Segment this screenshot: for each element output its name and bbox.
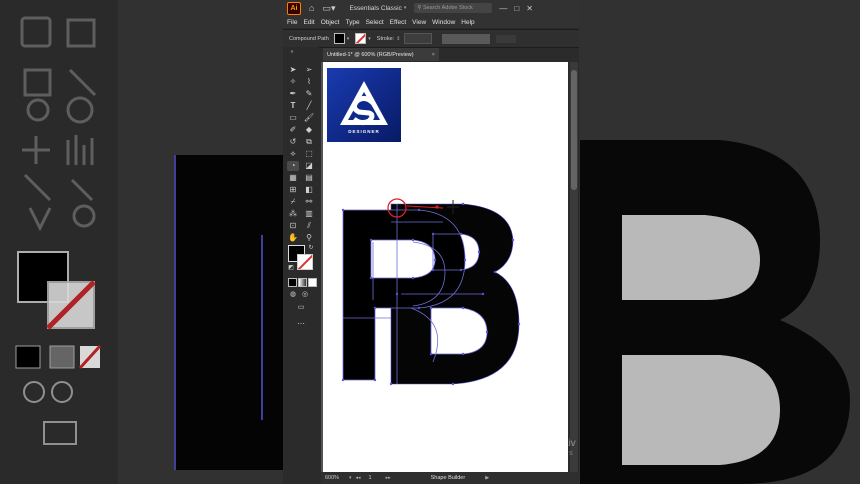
- chevron-down-icon[interactable]: ▾: [349, 475, 352, 481]
- rectangle-tool-icon[interactable]: ▭: [287, 113, 299, 123]
- app-logo: Ai: [287, 1, 301, 15]
- draw-normal-icon[interactable]: ◍: [287, 290, 299, 300]
- menu-select[interactable]: Select: [366, 19, 384, 26]
- activation-watermark: Activ: [554, 438, 576, 449]
- stroke-color-swatch[interactable]: [297, 254, 313, 270]
- shaper-tool-icon[interactable]: ✐: [287, 125, 299, 135]
- panel-collapse-icon[interactable]: »: [286, 47, 298, 57]
- artboard-tool-icon[interactable]: ⊡: [287, 221, 299, 231]
- gradient-tool-icon[interactable]: ▤: [303, 173, 315, 183]
- home-icon[interactable]: ⌂: [309, 3, 314, 13]
- symbol-sprayer-icon[interactable]: ⁂: [287, 209, 299, 219]
- page-forward-icon[interactable]: ▸▸: [386, 475, 391, 481]
- zoom-tool-icon[interactable]: ⚲: [303, 233, 315, 243]
- color-mode-icon[interactable]: [288, 278, 297, 287]
- chevron-down-icon[interactable]: ▾: [368, 36, 371, 42]
- artboard-number[interactable]: 1: [369, 475, 372, 481]
- menu-help[interactable]: Help: [461, 19, 474, 26]
- workspace-switcher[interactable]: Essentials Classic: [349, 5, 401, 12]
- control-bar: Compound Path ▾ ▾ Stroke: ⇕: [283, 29, 579, 48]
- chevron-down-icon[interactable]: ▾: [347, 36, 350, 42]
- selection-type-label: Compound Path: [289, 35, 329, 42]
- menu-edit[interactable]: Edit: [303, 19, 314, 26]
- page-nav-icon[interactable]: ◂◂: [356, 475, 361, 481]
- type-tool-icon[interactable]: T: [287, 101, 299, 111]
- chevron-down-icon[interactable]: ▾: [404, 5, 407, 11]
- menu-file[interactable]: File: [287, 19, 297, 26]
- document-tab[interactable]: Untitled-1* @ 600% (RGB/Preview) ×: [323, 48, 439, 61]
- title-bar: Ai ⌂ ▭▾ Essentials Classic ▾ ⚲ Search Ad…: [283, 0, 579, 16]
- menu-window[interactable]: Window: [432, 19, 455, 26]
- close-button[interactable]: ✕: [526, 4, 533, 13]
- gradient-mode-icon[interactable]: [298, 278, 307, 287]
- close-tab-icon[interactable]: ×: [432, 52, 435, 58]
- stroke-swatch[interactable]: [355, 33, 367, 44]
- arrange-documents-icon[interactable]: ▭▾: [322, 3, 335, 14]
- curvature-tool-icon[interactable]: ✎: [303, 89, 315, 99]
- menu-bar: File Edit Object Type Select Effect View…: [283, 16, 579, 28]
- stepper-icon[interactable]: ⇕: [396, 36, 400, 42]
- gradient-icon[interactable]: ◧: [303, 185, 315, 195]
- magic-wand-icon[interactable]: ✧: [287, 77, 299, 87]
- menu-object[interactable]: Object: [321, 19, 340, 26]
- paintbrush-icon[interactable]: 🖌: [303, 113, 315, 123]
- width-tool-icon[interactable]: ⟡: [287, 149, 299, 159]
- none-mode-icon[interactable]: [308, 278, 317, 287]
- pen-tool-icon[interactable]: ✒: [287, 89, 299, 99]
- graph-tool-icon[interactable]: ▥: [303, 209, 315, 219]
- illustrator-window: Ai ⌂ ▭▾ Essentials Classic ▾ ⚲ Search Ad…: [283, 0, 579, 484]
- control-bar-more[interactable]: [496, 34, 517, 43]
- activation-watermark-sub: Go to S: [554, 451, 573, 457]
- rotate-tool-icon[interactable]: ↺: [287, 137, 299, 147]
- eyedropper-icon[interactable]: ⌿: [287, 197, 299, 207]
- menu-type[interactable]: Type: [345, 19, 359, 26]
- search-placeholder: Search Adobe Stock: [422, 5, 473, 11]
- zoom-level[interactable]: 600%: [325, 475, 347, 481]
- screen-mode-icon[interactable]: ▭: [295, 303, 307, 313]
- live-paint-icon[interactable]: ◪: [303, 161, 315, 171]
- play-icon[interactable]: ▶: [485, 475, 489, 481]
- search-adobe-stock[interactable]: ⚲ Search Adobe Stock: [414, 3, 493, 13]
- tools-panel: » ➤ ➢ ✧ ⌇ ✒ ✎ T ╱ ▭ 🖌 ✐ ◆ ↺ ⧉ ⟡ ⬚ ◔ ◪ ▦ …: [283, 47, 319, 484]
- default-colors-icon[interactable]: ◩: [285, 263, 297, 273]
- vertical-scrollbar[interactable]: [570, 62, 578, 472]
- swap-fill-stroke-icon[interactable]: ↻: [305, 243, 317, 253]
- status-bar: 600% ▾ ◂◂ 1 ▸▸ Shape Builder ▶: [321, 472, 579, 484]
- minimize-button[interactable]: —: [499, 4, 507, 13]
- variable-width-profile[interactable]: [442, 33, 491, 44]
- fill-swatch[interactable]: [333, 33, 345, 44]
- stroke-label: Stroke:: [376, 35, 395, 42]
- pb-artwork[interactable]: [323, 62, 568, 472]
- slice-tool-icon[interactable]: ⫽: [303, 221, 315, 231]
- mesh-tool-icon[interactable]: ⊞: [287, 185, 299, 195]
- perspective-grid-icon[interactable]: ▦: [287, 173, 299, 183]
- lasso-icon[interactable]: ⌇: [303, 77, 315, 87]
- scale-tool-icon[interactable]: ⧉: [303, 137, 315, 147]
- canvas-area[interactable]: DESIGNER: [321, 62, 568, 472]
- edit-toolbar-icon[interactable]: ⋯: [295, 319, 307, 329]
- draw-behind-icon[interactable]: ◎: [299, 290, 311, 300]
- maximize-button[interactable]: □: [514, 4, 519, 13]
- selection-tool-icon[interactable]: ➤: [287, 65, 299, 75]
- current-tool-name: Shape Builder: [430, 475, 466, 481]
- stroke-weight-field[interactable]: [404, 33, 433, 44]
- document-title: Untitled-1* @ 600% (RGB/Preview): [327, 51, 414, 58]
- direct-selection-tool-icon[interactable]: ➢: [303, 65, 315, 75]
- menu-view[interactable]: View: [412, 19, 426, 26]
- shape-builder-icon[interactable]: ◔: [287, 161, 299, 171]
- free-transform-icon[interactable]: ⬚: [303, 149, 315, 159]
- line-tool-icon[interactable]: ╱: [303, 101, 315, 111]
- scrollbar-thumb[interactable]: [571, 70, 577, 190]
- hand-tool-icon[interactable]: ✋: [287, 233, 299, 243]
- blend-tool-icon[interactable]: ⚯: [303, 197, 315, 207]
- artboard[interactable]: DESIGNER: [323, 62, 568, 472]
- eraser-icon[interactable]: ◆: [303, 125, 315, 135]
- menu-effect[interactable]: Effect: [390, 19, 407, 26]
